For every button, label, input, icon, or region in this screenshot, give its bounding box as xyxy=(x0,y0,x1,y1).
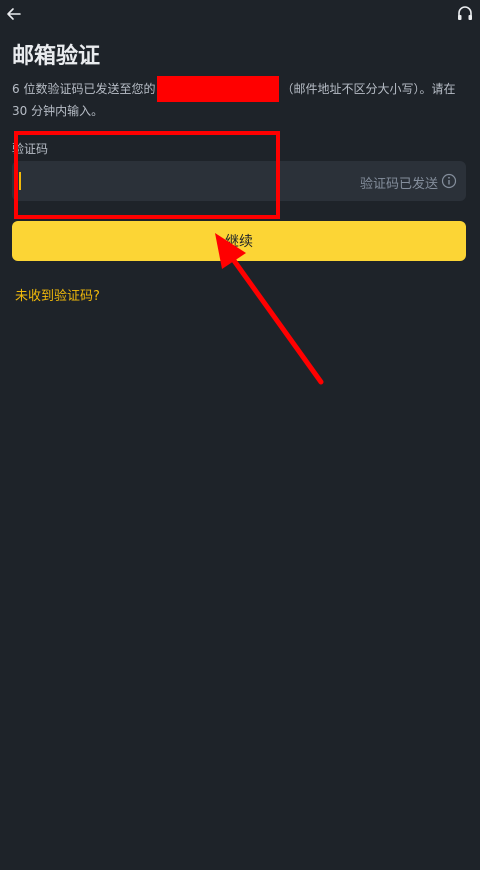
verification-code-input[interactable] xyxy=(24,161,328,203)
redacted-email xyxy=(157,76,280,102)
code-sent-status: 验证码已发送 xyxy=(359,177,438,192)
resend-code-link[interactable]: 未收到验证码? xyxy=(15,285,100,304)
instruction-text-start: 6 位数验证码已发送至您的 xyxy=(12,82,156,96)
top-bar xyxy=(0,0,480,30)
text-caret xyxy=(19,172,21,190)
arrow-left-icon[interactable] xyxy=(4,4,24,24)
page-title: 邮箱验证 xyxy=(12,44,101,69)
verification-code-field[interactable]: 验证码已发送 xyxy=(12,161,466,203)
headset-icon[interactable] xyxy=(456,5,474,23)
instruction-text: 6 位数验证码已发送至您的 （邮件地址不区分大小写）。请在 30 分钟内输入。 xyxy=(12,76,468,121)
code-field-label: 验证码 xyxy=(12,142,49,156)
info-circle-icon[interactable] xyxy=(441,173,457,189)
annotation-arrow xyxy=(215,233,324,385)
continue-button[interactable]: 继续 xyxy=(12,221,466,261)
